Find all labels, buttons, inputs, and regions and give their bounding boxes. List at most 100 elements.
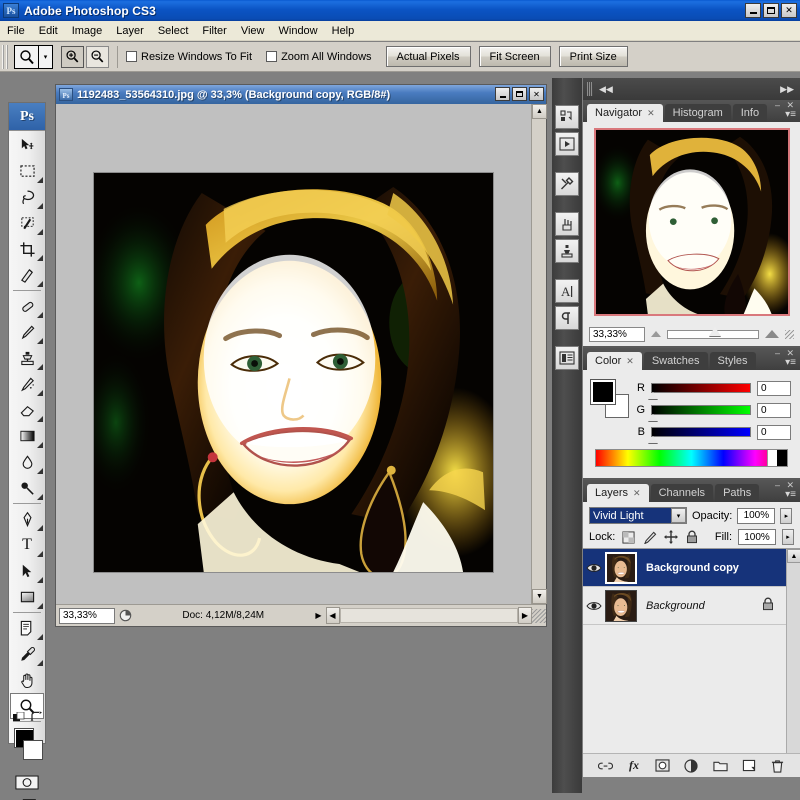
small-mountain-icon[interactable] bbox=[651, 331, 661, 337]
play-icon[interactable] bbox=[555, 132, 579, 156]
status-scroll-right[interactable]: ▶ bbox=[518, 607, 532, 624]
eyedropper-tool[interactable] bbox=[9, 641, 45, 667]
clone-source-icon[interactable] bbox=[555, 239, 579, 263]
document-close-button[interactable]: ✕ bbox=[529, 87, 544, 101]
menu-view[interactable]: View bbox=[234, 23, 272, 39]
layer-row-background[interactable]: Background bbox=[583, 587, 800, 625]
status-scroll-left[interactable]: ◀ bbox=[325, 607, 340, 624]
large-mountain-icon[interactable] bbox=[765, 330, 779, 338]
tab-histogram[interactable]: Histogram bbox=[664, 104, 731, 122]
scroll-down-button[interactable]: ▼ bbox=[532, 589, 547, 604]
red-slider[interactable] bbox=[648, 383, 751, 399]
actual-pixels-button[interactable]: Actual Pixels bbox=[385, 46, 471, 67]
brush-tool[interactable] bbox=[9, 319, 45, 345]
zoom-all-windows-checkbox[interactable]: Zoom All Windows bbox=[266, 51, 372, 63]
red-slider-knob[interactable] bbox=[648, 392, 658, 399]
document-minimize-button[interactable] bbox=[495, 87, 510, 101]
print-size-button[interactable]: Print Size bbox=[558, 46, 628, 67]
status-menu-arrow[interactable]: ▶ bbox=[312, 607, 326, 624]
lock-transparent-icon[interactable] bbox=[621, 530, 636, 545]
resize-windows-to-fit-checkbox[interactable]: Resize Windows To Fit bbox=[126, 51, 252, 63]
move-tool[interactable] bbox=[9, 132, 45, 158]
toolbox-header[interactable]: Ps bbox=[9, 103, 45, 131]
zoom-slider-knob[interactable] bbox=[709, 326, 722, 336]
delete-layer-icon[interactable] bbox=[769, 757, 787, 775]
foreground-color-swatch[interactable] bbox=[590, 379, 616, 405]
new-adjustment-layer-icon[interactable] bbox=[682, 757, 700, 775]
panel-menu-icon[interactable]: ▾≡ bbox=[785, 109, 796, 120]
layer-comps-icon[interactable] bbox=[555, 346, 579, 370]
eraser-tool[interactable] bbox=[9, 397, 45, 423]
status-scroll-track[interactable] bbox=[339, 608, 518, 623]
add-layer-mask-icon[interactable] bbox=[654, 757, 672, 775]
layer-row-background-copy[interactable]: Background copy bbox=[583, 549, 800, 587]
status-preview-icon[interactable] bbox=[115, 607, 135, 624]
tool-presets-icon[interactable] bbox=[555, 172, 579, 196]
green-value-input[interactable]: 0 bbox=[757, 402, 791, 418]
maximize-button[interactable] bbox=[763, 3, 779, 18]
scroll-up-button[interactable]: ▲ bbox=[787, 549, 800, 563]
dock-collapse-right-icon[interactable]: ▶▶ bbox=[780, 84, 794, 95]
actions-icon[interactable] bbox=[555, 105, 579, 129]
background-color-swatch[interactable] bbox=[23, 740, 43, 760]
blue-slider[interactable] bbox=[648, 427, 751, 443]
layer-name[interactable]: Background copy bbox=[646, 562, 739, 574]
tab-color[interactable]: Color ✕ bbox=[587, 352, 642, 370]
layer-thumbnail[interactable] bbox=[605, 589, 637, 622]
new-layer-icon[interactable] bbox=[740, 757, 758, 775]
navigator-zoom-input[interactable]: 33,33% bbox=[589, 326, 645, 342]
tool-preset-arrow[interactable]: ▾ bbox=[39, 46, 52, 68]
zoom-in-icon[interactable] bbox=[61, 45, 84, 68]
close-icon[interactable]: ✕ bbox=[647, 108, 655, 119]
quick-mask-mode-button[interactable] bbox=[9, 770, 45, 794]
document-canvas-area[interactable] bbox=[56, 104, 546, 604]
panel-resize-grip[interactable] bbox=[785, 329, 794, 339]
blue-value-input[interactable]: 0 bbox=[757, 424, 791, 440]
layer-list-scrollbar[interactable]: ▲ bbox=[786, 549, 800, 753]
red-value-input[interactable]: 0 bbox=[757, 380, 791, 396]
opacity-input[interactable]: 100% bbox=[737, 507, 776, 524]
lock-image-icon[interactable] bbox=[642, 530, 657, 545]
brushes-icon[interactable] bbox=[555, 212, 579, 236]
scroll-up-button[interactable]: ▲ bbox=[532, 104, 547, 119]
new-group-icon[interactable] bbox=[711, 757, 729, 775]
type-tool[interactable]: T bbox=[9, 532, 45, 558]
resize-grip[interactable] bbox=[532, 608, 546, 623]
hand-tool[interactable] bbox=[9, 667, 45, 693]
lock-all-icon[interactable] bbox=[684, 530, 699, 545]
layer-name[interactable]: Background bbox=[646, 600, 705, 612]
menu-filter[interactable]: Filter bbox=[195, 23, 233, 39]
tool-preset-picker[interactable]: ▾ bbox=[14, 44, 53, 69]
blue-slider-knob[interactable] bbox=[648, 436, 658, 443]
menu-layer[interactable]: Layer bbox=[109, 23, 151, 39]
chevron-down-icon[interactable]: ▾ bbox=[671, 508, 686, 523]
notes-tool[interactable] bbox=[9, 615, 45, 641]
close-button[interactable]: ✕ bbox=[781, 3, 797, 18]
character-icon[interactable]: A bbox=[555, 279, 579, 303]
options-bar-grip[interactable] bbox=[2, 44, 9, 69]
menu-window[interactable]: Window bbox=[272, 23, 325, 39]
tab-layers[interactable]: Layers ✕ bbox=[587, 484, 649, 502]
link-layers-icon[interactable] bbox=[596, 757, 614, 775]
fill-input[interactable]: 100% bbox=[738, 529, 776, 545]
tab-paths[interactable]: Paths bbox=[715, 484, 760, 502]
fit-screen-button[interactable]: Fit Screen bbox=[478, 46, 551, 67]
close-icon[interactable]: ✕ bbox=[633, 488, 641, 499]
dock-grip[interactable] bbox=[587, 82, 593, 96]
document-vertical-scrollbar[interactable]: ▲ ▼ bbox=[531, 104, 547, 604]
crop-tool[interactable] bbox=[9, 236, 45, 262]
slice-tool[interactable] bbox=[9, 262, 45, 288]
menu-image[interactable]: Image bbox=[65, 23, 110, 39]
image-canvas[interactable] bbox=[93, 172, 494, 573]
gradient-tool[interactable] bbox=[9, 423, 45, 449]
tab-swatches[interactable]: Swatches bbox=[643, 352, 708, 370]
lock-position-icon[interactable] bbox=[663, 530, 678, 545]
magic-wand-tool[interactable] bbox=[9, 210, 45, 236]
menu-file[interactable]: File bbox=[0, 23, 32, 39]
panel-menu-icon[interactable]: ▾≡ bbox=[785, 489, 796, 500]
tab-navigator[interactable]: Navigator ✕ bbox=[587, 104, 663, 122]
dock-collapse-left-icon[interactable]: ◀◀ bbox=[599, 84, 613, 95]
zoom-level-input[interactable]: 33,33% bbox=[59, 607, 115, 624]
close-icon[interactable]: ✕ bbox=[626, 356, 634, 367]
panel-menu-icon[interactable]: ▾≡ bbox=[785, 357, 796, 368]
